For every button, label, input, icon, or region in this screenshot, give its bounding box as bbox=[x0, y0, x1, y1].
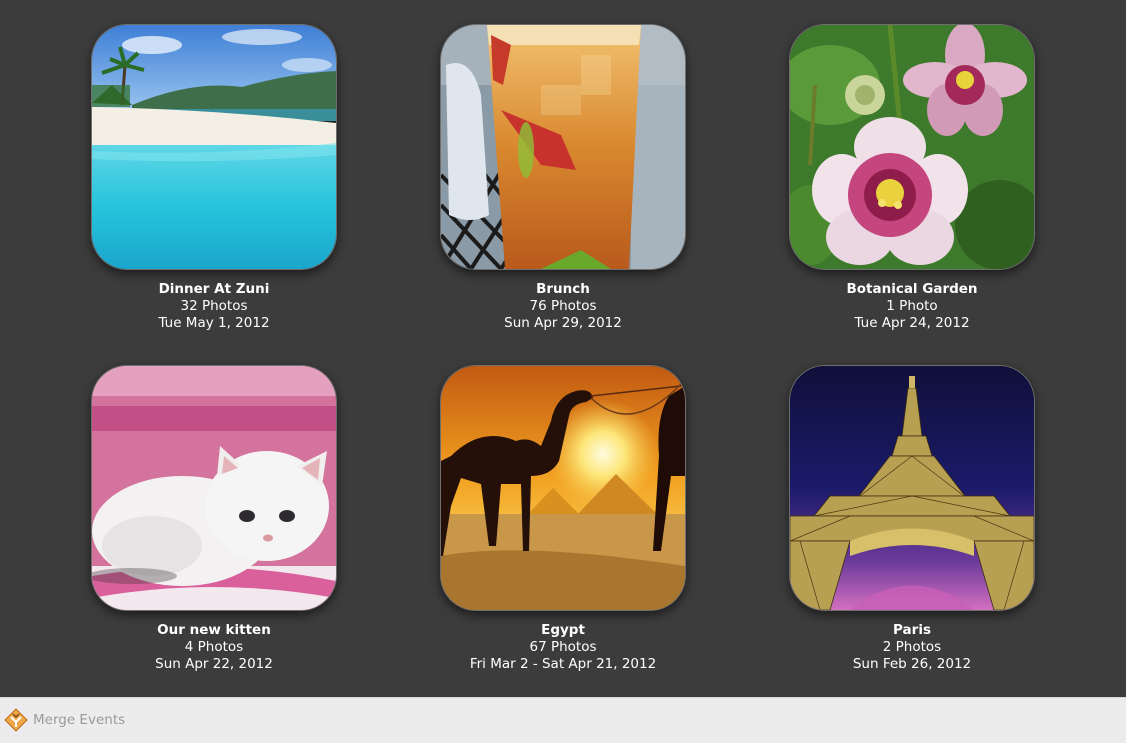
event-date: Fri Mar 2 - Sat Apr 21, 2012 bbox=[469, 656, 657, 672]
bottom-toolbar: Merge Events bbox=[0, 697, 1126, 743]
eiffel-tower-photo[interactable] bbox=[789, 365, 1035, 611]
event-tile[interactable]: Paris 2 Photos Sun Feb 26, 2012 bbox=[782, 365, 1042, 673]
event-date: Sun Apr 22, 2012 bbox=[155, 656, 273, 672]
event-title: Egypt bbox=[541, 622, 585, 638]
merge-events-icon bbox=[4, 708, 28, 732]
event-date: Sun Feb 26, 2012 bbox=[852, 656, 972, 672]
event-date: Tue Apr 24, 2012 bbox=[854, 315, 970, 331]
kitten-photo[interactable] bbox=[91, 365, 337, 611]
event-title: Our new kitten bbox=[157, 622, 271, 638]
cocktail-photo[interactable] bbox=[440, 24, 686, 270]
event-tile[interactable]: Egypt 67 Photos Fri Mar 2 - Sat Apr 21, … bbox=[433, 365, 693, 673]
event-tile[interactable]: Botanical Garden 1 Photo Tue Apr 24, 201… bbox=[782, 24, 1042, 332]
event-photo-count: 67 Photos bbox=[529, 639, 597, 655]
event-photo-count: 32 Photos bbox=[180, 298, 248, 314]
event-photo-count: 76 Photos bbox=[529, 298, 597, 314]
event-tile[interactable]: Brunch 76 Photos Sun Apr 29, 2012 bbox=[433, 24, 693, 332]
events-grid: Dinner At Zuni 32 Photos Tue May 1, 2012 bbox=[0, 0, 1126, 697]
event-date: Sun Apr 29, 2012 bbox=[504, 315, 622, 331]
event-tile[interactable]: Our new kitten 4 Photos Sun Apr 22, 2012 bbox=[84, 365, 344, 673]
flowers-photo[interactable] bbox=[789, 24, 1035, 270]
event-title: Dinner At Zuni bbox=[158, 281, 270, 297]
event-photo-count: 1 Photo bbox=[886, 298, 938, 314]
event-title: Paris bbox=[893, 622, 931, 638]
event-photo-count: 2 Photos bbox=[882, 639, 942, 655]
event-tile[interactable]: Dinner At Zuni 32 Photos Tue May 1, 2012 bbox=[84, 24, 344, 332]
merge-events-button[interactable]: Merge Events bbox=[4, 707, 125, 733]
camel-pyramids-photo[interactable] bbox=[440, 365, 686, 611]
event-title: Brunch bbox=[536, 281, 590, 297]
event-date: Tue May 1, 2012 bbox=[158, 315, 270, 331]
event-title: Botanical Garden bbox=[846, 281, 978, 297]
event-photo-count: 4 Photos bbox=[184, 639, 244, 655]
beach-photo[interactable] bbox=[91, 24, 337, 270]
merge-events-label: Merge Events bbox=[33, 712, 126, 728]
